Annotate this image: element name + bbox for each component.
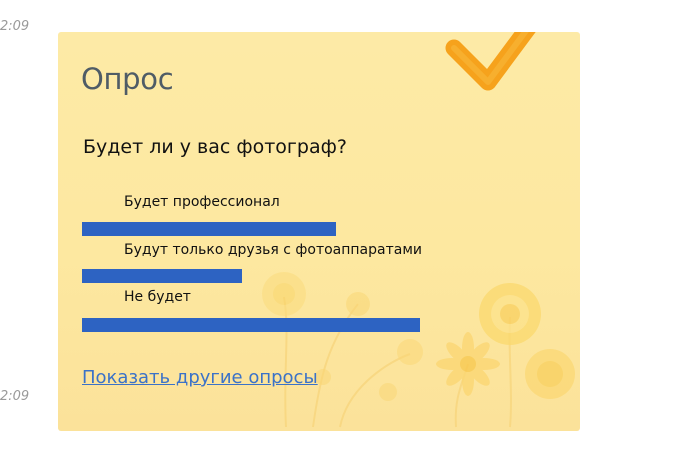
show-other-polls-link[interactable]: Показать другие опросы: [82, 367, 318, 388]
poll-title: Опрос: [81, 62, 174, 96]
answer-result-bar: [82, 222, 336, 236]
answer-result-bar: [82, 318, 420, 332]
poll-question: Будет ли у вас фотограф?: [83, 136, 347, 158]
answer-result-bar: [82, 269, 242, 283]
answer-label: Не будет: [124, 289, 191, 305]
poll-widget: Опрос Будет ли у вас фотограф? Будет про…: [58, 32, 580, 431]
message-timestamp: 2:09: [0, 19, 30, 34]
message-timestamp: 2:09: [0, 389, 30, 404]
answer-label: Будет профессионал: [124, 194, 280, 210]
answer-label: Будут только друзья с фотоаппаратами: [124, 242, 422, 258]
checkmark-icon: [445, 32, 536, 91]
page: 2:09 2:09 Опрос Будет ли у вас фотограф?…: [0, 0, 675, 464]
